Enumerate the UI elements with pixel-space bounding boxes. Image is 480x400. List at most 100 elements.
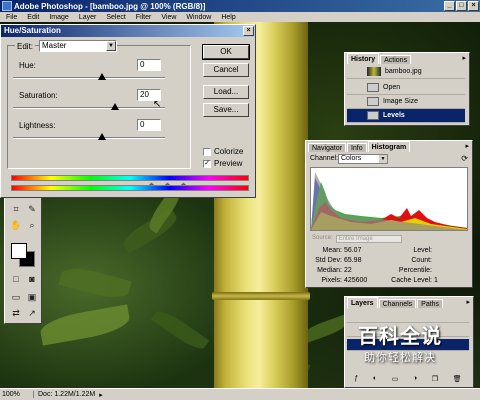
channel-value: Colors bbox=[341, 155, 362, 162]
menu-select[interactable]: Select bbox=[106, 14, 125, 21]
pixels-label: Pixels: bbox=[321, 277, 342, 284]
adjustment-layer-icon[interactable]: ◑ bbox=[413, 375, 417, 385]
menu-image[interactable]: Image bbox=[49, 14, 68, 21]
history-snapshot[interactable]: bamboo.jpg bbox=[347, 65, 465, 79]
preview-option[interactable]: ✓ Preview bbox=[203, 159, 242, 168]
new-layer-icon[interactable]: ❐ bbox=[432, 375, 438, 385]
channel-dropdown[interactable]: Colors ▼ bbox=[338, 154, 388, 164]
edit-value: Master bbox=[42, 41, 67, 50]
bamboo-node bbox=[212, 292, 310, 300]
lightness-slider-thumb[interactable] bbox=[98, 133, 106, 140]
minimize-button[interactable]: _ bbox=[444, 1, 455, 11]
history-step-icon bbox=[367, 111, 379, 120]
hue-slider-thumb[interactable] bbox=[98, 73, 106, 80]
close-button[interactable]: × bbox=[468, 1, 479, 11]
cache-label: Cache Level: bbox=[391, 277, 432, 284]
source-row: Source: Entire Image bbox=[312, 235, 402, 243]
lightness-input[interactable]: 0 bbox=[137, 119, 161, 131]
tab-paths[interactable]: Paths bbox=[417, 299, 444, 308]
preview-checkbox[interactable]: ✓ bbox=[203, 159, 211, 168]
cancel-button[interactable]: Cancel bbox=[203, 63, 249, 77]
history-item-selected[interactable]: Levels bbox=[347, 109, 465, 123]
history-item-label: Levels bbox=[383, 112, 405, 119]
bamboo-leaf bbox=[150, 306, 210, 354]
tab-history[interactable]: History bbox=[347, 53, 380, 64]
standard-mode-icon[interactable]: □ bbox=[9, 273, 23, 286]
level-label: Level: bbox=[413, 247, 432, 254]
foreground-color-swatch[interactable] bbox=[11, 243, 27, 259]
eyedropper-tool-icon[interactable]: ✎ bbox=[25, 203, 39, 216]
edit-in-imageready-icon[interactable]: ↗ bbox=[25, 307, 39, 320]
stat-mean: Mean: 56.07 bbox=[312, 247, 362, 254]
snapshot-thumbnail bbox=[367, 67, 381, 76]
load-button[interactable]: Load... bbox=[203, 85, 249, 99]
lightness-slider-track[interactable] bbox=[13, 137, 165, 139]
bamboo-leaf bbox=[119, 208, 181, 254]
bamboo-leaf bbox=[58, 263, 132, 303]
crop-tool-icon[interactable]: ⌗ bbox=[9, 203, 23, 216]
tab-histogram[interactable]: Histogram bbox=[367, 141, 411, 152]
colorize-option[interactable]: Colorize bbox=[203, 147, 243, 156]
maximize-button[interactable]: □ bbox=[456, 1, 467, 11]
zoom-tool-icon[interactable]: ⌕ bbox=[25, 219, 39, 232]
menu-filter[interactable]: Filter bbox=[136, 14, 152, 21]
dialog-titlebar: Hue/Saturation × bbox=[1, 25, 255, 37]
menu-layer[interactable]: Layer bbox=[79, 14, 97, 21]
history-item-label: Open bbox=[383, 84, 401, 91]
quickmask-mode-icon[interactable]: ◙ bbox=[25, 273, 39, 286]
app-titlebar: Adobe Photoshop - [bamboo.jpg @ 100% (RG… bbox=[0, 0, 480, 12]
menu-view[interactable]: View bbox=[161, 14, 176, 21]
mouse-cursor-icon: ↖ bbox=[153, 99, 162, 110]
history-item-label: Image Size bbox=[383, 98, 419, 105]
palette-menu-icon[interactable]: ▸ bbox=[466, 298, 470, 306]
source-dropdown[interactable]: Entire Image bbox=[335, 235, 402, 243]
palette-menu-icon[interactable]: ▸ bbox=[465, 142, 469, 150]
stat-level: Level: bbox=[388, 247, 432, 254]
colorize-checkbox[interactable] bbox=[203, 147, 211, 156]
dialog-close-button[interactable]: × bbox=[243, 26, 254, 36]
stat-count: Count: bbox=[388, 257, 432, 264]
hue-input[interactable]: 0 bbox=[137, 59, 161, 71]
layer-style-icon[interactable]: ƒ bbox=[354, 375, 358, 385]
tab-layers[interactable]: Layers bbox=[347, 297, 378, 308]
photoshop-icon bbox=[2, 1, 12, 11]
menu-window[interactable]: Window bbox=[186, 14, 211, 21]
status-arrow-icon[interactable]: ▸ bbox=[99, 391, 103, 399]
mean-value: 56.07 bbox=[343, 247, 362, 254]
trash-icon[interactable]: 🗑 bbox=[453, 375, 462, 385]
menu-file[interactable]: File bbox=[6, 14, 17, 21]
hand-tool-icon[interactable]: ✋ bbox=[9, 219, 23, 232]
layer-mask-icon[interactable]: ◐ bbox=[373, 375, 377, 385]
menu-edit[interactable]: Edit bbox=[27, 14, 39, 21]
saturation-slider-thumb[interactable] bbox=[111, 103, 119, 110]
output-spectrum-bar bbox=[11, 185, 249, 191]
histogram-palette: Navigator Info Histogram ▸ Channel: Colo… bbox=[305, 140, 473, 288]
menu-help[interactable]: Help bbox=[221, 14, 235, 21]
zoom-level[interactable]: 100% bbox=[0, 391, 34, 398]
tab-actions[interactable]: Actions bbox=[380, 55, 412, 64]
hue-slider-track[interactable] bbox=[13, 77, 165, 79]
save-button[interactable]: Save... bbox=[203, 103, 249, 117]
tab-info[interactable]: Info bbox=[346, 143, 367, 152]
fullscreen-mode-icon[interactable]: ▣ bbox=[25, 291, 39, 304]
stat-median: Median: 22 bbox=[312, 267, 352, 274]
jump-to-imageready-icon[interactable]: ⇄ bbox=[9, 307, 23, 320]
bamboo-leaf bbox=[38, 304, 132, 346]
stddev-label: Std Dev: bbox=[315, 257, 342, 264]
refresh-icon[interactable]: ⟳ bbox=[461, 154, 468, 163]
new-set-icon[interactable]: ▭ bbox=[392, 375, 399, 385]
colorize-label: Colorize bbox=[214, 147, 244, 156]
edit-dropdown[interactable]: Master ▼ bbox=[39, 40, 117, 52]
stat-percentile: Percentile: bbox=[388, 267, 432, 274]
history-item[interactable]: Open bbox=[347, 81, 465, 95]
screen-mode-icon[interactable]: ▭ bbox=[9, 291, 23, 304]
history-palette: History Actions ▸ bamboo.jpg Open Image … bbox=[344, 52, 470, 126]
lightness-label: Lightness: bbox=[19, 121, 56, 130]
tab-navigator[interactable]: Navigator bbox=[308, 143, 346, 152]
palette-menu-icon[interactable]: ▸ bbox=[462, 54, 466, 62]
ok-button[interactable]: OK bbox=[202, 44, 250, 60]
saturation-slider-track[interactable] bbox=[13, 107, 165, 109]
history-item[interactable]: Image Size bbox=[347, 95, 465, 109]
tab-channels[interactable]: Channels bbox=[378, 299, 417, 308]
percentile-label: Percentile: bbox=[398, 267, 432, 274]
